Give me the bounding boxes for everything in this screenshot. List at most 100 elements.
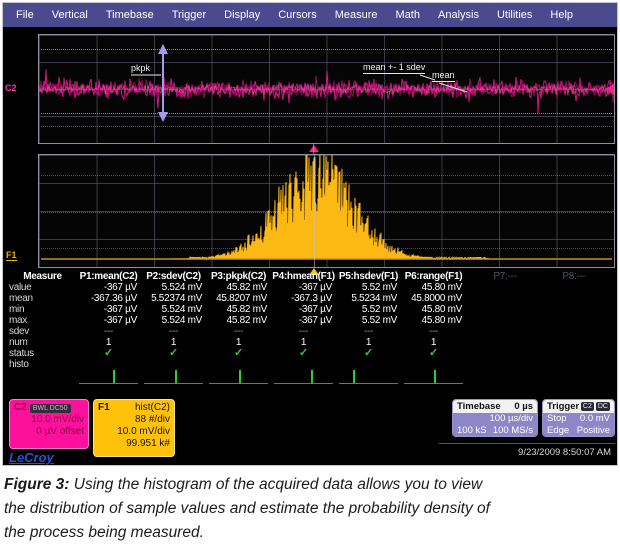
measure-cell: 5.524 mV <box>141 304 206 315</box>
trigger-mode: Stop <box>547 413 567 425</box>
menu-vertical[interactable]: Vertical <box>43 9 97 21</box>
histo-cell <box>336 359 401 385</box>
menu-math[interactable]: Math <box>387 9 429 21</box>
measure-cell: 45.82 mV <box>206 304 271 315</box>
measure-row-label: sdev <box>9 326 76 337</box>
status-cell: ✓ <box>271 348 336 359</box>
measure-cell-empty <box>544 282 604 293</box>
timebase-samples: 100 kS <box>457 425 487 437</box>
timebase-box[interactable]: Timebase 0 µs 100 µs/div 100 kS 100 MS/s <box>452 399 538 437</box>
menu-measure[interactable]: Measure <box>326 9 387 21</box>
measure-cell-empty <box>466 337 544 348</box>
measure-cell-empty <box>544 326 604 337</box>
trigger-level: 0.0 mV <box>580 413 610 425</box>
c2-descriptor-box[interactable]: C2 BWL DC50 10.0 mV/div 0 µV offset <box>9 399 89 449</box>
menu-analysis[interactable]: Analysis <box>429 9 488 21</box>
trigger-level-icon <box>605 84 614 95</box>
histo-cell <box>141 359 206 385</box>
measure-cell: 45.82 mV <box>206 282 271 293</box>
measure-cell: 5.524 mV <box>141 315 206 326</box>
measure-cell-empty <box>466 315 544 326</box>
measure-cell: -367 µV <box>271 315 336 326</box>
menu-file[interactable]: File <box>7 9 43 21</box>
trigger-coupling-badge: DC <box>596 402 610 411</box>
trigger-box[interactable]: Trigger C2 DC Stop 0.0 mV Edge Positive <box>542 399 615 437</box>
menu-display[interactable]: Display <box>215 9 269 21</box>
mean-sdev-annotation: mean +- 1 sdev <box>363 62 425 74</box>
measure-column-header: P6:range(F1) <box>401 271 466 282</box>
measure-cell: 45.80 mV <box>401 304 466 315</box>
timebase-per-div: 100 µs/div <box>490 413 534 425</box>
measure-cell: -367 µV <box>76 304 141 315</box>
status-check-icon: ✓ <box>104 347 113 359</box>
f1-function: hist(C2) <box>135 402 170 414</box>
measure-row-label: min <box>9 304 76 315</box>
measure-row-label: histo <box>9 359 76 370</box>
measure-cell: -367 µV <box>271 304 336 315</box>
figure-label: Figure 3: <box>4 476 69 493</box>
figure-caption-text: Using the histogram of the acquired data… <box>4 476 490 541</box>
oscilloscope-window: FileVerticalTimebaseTriggerDisplayCursor… <box>2 2 618 466</box>
measure-row-label: mean <box>9 293 76 304</box>
measure-cell-empty <box>466 282 544 293</box>
c2-volts-per-div: 10.0 mV/div <box>14 414 84 426</box>
measure-cell: 45.80 mV <box>401 315 466 326</box>
status-cell: ✓ <box>336 348 401 359</box>
measure-column-header: P8:--- <box>544 271 604 282</box>
menu-cursors[interactable]: Cursors <box>269 9 326 21</box>
c2-offset: 0 µV offset <box>14 426 84 438</box>
measure-cell-empty <box>544 348 604 359</box>
histo-cell <box>206 359 271 385</box>
f1-population: 99.951 k# <box>98 438 170 450</box>
measure-cell: -367 µV <box>76 315 141 326</box>
measure-cell-empty <box>544 359 604 370</box>
waveform-grid: pkpk mean +- 1 sdev mean <box>38 34 615 144</box>
mini-histogram-icon <box>209 367 268 384</box>
status-check-icon: ✓ <box>429 347 438 359</box>
f1-trace-name: F1 <box>98 402 110 414</box>
measure-cell-empty <box>466 359 544 370</box>
f1-counts-per-div: 88 #/div <box>98 414 170 426</box>
measure-row-label: num <box>9 337 76 348</box>
trigger-title: Trigger <box>547 401 579 413</box>
measure-cell: 5.5234 mV <box>336 293 401 304</box>
measure-cell-empty <box>544 304 604 315</box>
f1-descriptor-box[interactable]: F1 hist(C2) 88 #/div 10.0 mV/div 99.951 … <box>93 399 175 457</box>
cursor-line <box>314 155 315 267</box>
histogram-mean-marker-icon[interactable] <box>309 145 319 152</box>
measure-cell: 45.8000 mV <box>401 293 466 304</box>
mini-histogram-icon <box>144 367 203 384</box>
measure-cell: --- <box>271 326 336 337</box>
status-check-icon: ✓ <box>299 347 308 359</box>
menu-utilities[interactable]: Utilities <box>488 9 541 21</box>
timebase-title: Timebase <box>457 401 501 413</box>
menu-help[interactable]: Help <box>541 9 582 21</box>
measure-cell: 45.80 mV <box>401 282 466 293</box>
c2-coupling-badge: BWL DC50 <box>30 404 71 413</box>
timestamp: 9/23/2009 8:50:07 AM <box>518 447 611 458</box>
histo-cell <box>271 359 336 385</box>
measure-cell: -367.3 µV <box>271 293 336 304</box>
c2-channel-name: C2 <box>14 402 27 414</box>
trigger-source-badge: C2 <box>581 402 594 411</box>
measure-table-title: Measure <box>9 271 76 282</box>
measure-cell: 5.52 mV <box>336 315 401 326</box>
measure-cell: --- <box>336 326 401 337</box>
menu-trigger[interactable]: Trigger <box>163 9 215 21</box>
histo-cell <box>401 359 466 385</box>
c2-axis-label: C2 <box>5 83 17 93</box>
measure-cell-empty <box>466 348 544 359</box>
trigger-slope: Positive <box>577 425 610 437</box>
annotation-overlay <box>39 35 614 143</box>
mini-histogram-icon <box>79 367 138 384</box>
status-cell: ✓ <box>206 348 271 359</box>
histogram-grid <box>38 154 615 268</box>
status-cell: ✓ <box>401 348 466 359</box>
f1-axis-label: F1 <box>6 250 17 261</box>
menu-timebase[interactable]: Timebase <box>97 9 163 21</box>
trigger-type: Edge <box>547 425 569 437</box>
measure-cell: --- <box>76 326 141 337</box>
measure-column-header: P5:hsdev(F1) <box>336 271 401 282</box>
lecroy-logo: LeCroy <box>9 450 54 465</box>
measure-cell: --- <box>206 326 271 337</box>
